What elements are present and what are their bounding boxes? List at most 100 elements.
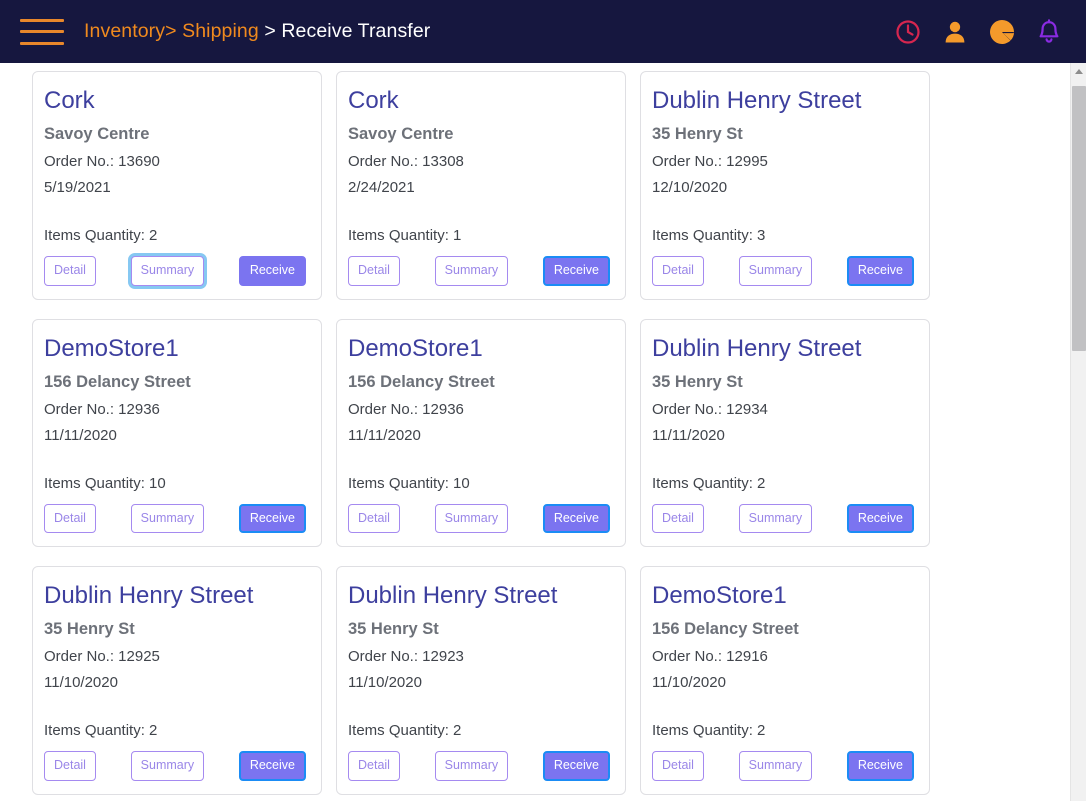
transfer-card: DemoStore1 156 Delancy Street Order No.: 1… <box>32 318 322 547</box>
scroll-up-arrow-icon[interactable] <box>1071 63 1086 80</box>
card-store-title: DemoStore1 <box>652 582 787 609</box>
hamburger-menu-icon[interactable] <box>18 15 64 49</box>
receive-button[interactable]: Receive <box>846 503 914 533</box>
receive-button[interactable]: Receive <box>238 256 306 286</box>
breadcrumb-separator: > <box>165 20 183 42</box>
detail-button[interactable]: Detail <box>348 256 400 286</box>
detail-button[interactable]: Detail <box>652 256 704 286</box>
summary-button[interactable]: Summary <box>738 751 813 781</box>
breadcrumb: Inventory > Shipping > Receive Transfer <box>84 20 430 43</box>
card-address: Savoy Centre <box>44 125 150 143</box>
summary-button[interactable]: Summary <box>434 751 509 781</box>
vertical-scrollbar[interactable] <box>1070 63 1086 801</box>
card-address: 35 Henry St <box>652 372 743 391</box>
card-action-row: Detail Summary Receive <box>652 751 916 781</box>
card-address: 35 Henry St <box>44 620 135 638</box>
card-store-title: Cork <box>348 87 399 114</box>
card-date: 12/10/2020 <box>652 179 728 196</box>
card-action-row: Detail Summary Receive <box>348 503 612 533</box>
summary-button[interactable]: Summary <box>434 503 509 533</box>
breadcrumb-item-shipping[interactable]: Shipping <box>182 20 259 43</box>
card-store-title: Dublin Henry Street <box>652 87 862 114</box>
pie-chart-icon[interactable] <box>987 17 1017 47</box>
breadcrumb-separator: > <box>258 20 282 42</box>
card-store-title: DemoStore1 <box>44 334 179 362</box>
detail-button[interactable]: Detail <box>652 503 704 533</box>
top-header-bar: Inventory > Shipping > Receive Transfer <box>0 0 1086 63</box>
detail-button[interactable]: Detail <box>44 751 96 781</box>
summary-button[interactable]: Summary <box>738 256 813 286</box>
card-action-row: Detail Summary Receive <box>652 256 916 286</box>
card-items-quantity: Items Quantity: 3 <box>652 227 766 244</box>
card-store-title: DemoStore1 <box>348 334 483 362</box>
transfer-card: DemoStore1 156 Delancy Street Order No.: 1… <box>640 566 930 795</box>
receive-button[interactable]: Receive <box>846 256 914 286</box>
card-date: 11/11/2020 <box>44 426 117 444</box>
card-date: 5/19/2021 <box>44 179 111 196</box>
detail-button[interactable]: Detail <box>348 503 400 533</box>
hamburger-line <box>20 30 64 33</box>
summary-button[interactable]: Summary <box>130 256 205 286</box>
card-action-row: Detail Summary Receive <box>652 503 916 533</box>
card-address: 156 Delancy Street <box>348 372 495 391</box>
card-address: 156 Delancy Street <box>44 372 191 391</box>
card-action-row: Detail Summary Receive <box>44 256 308 286</box>
transfer-cards-scroll-area[interactable]: Cork Savoy Centre Order No.: 13690 5/19/202… <box>0 63 1070 801</box>
transfer-card: Dublin Henry Street 35 Henry St Order No.:… <box>336 566 626 795</box>
transfer-card: Cork Savoy Centre Order No.: 13690 5/19/202… <box>32 71 322 300</box>
card-address: 156 Delancy Street <box>652 620 799 638</box>
card-date: 11/10/2020 <box>652 674 726 691</box>
card-order-number: Order No.: 12925 <box>44 648 160 665</box>
card-items-quantity: Items Quantity: 2 <box>348 722 462 739</box>
hamburger-line <box>20 41 64 45</box>
summary-button[interactable]: Summary <box>738 503 813 533</box>
card-action-row: Detail Summary Receive <box>348 751 612 781</box>
card-order-number: Order No.: 12936 <box>348 400 464 418</box>
card-items-quantity: Items Quantity: 2 <box>652 722 766 739</box>
card-items-quantity: Items Quantity: 10 <box>348 474 470 492</box>
card-date: 2/24/2021 <box>348 179 415 196</box>
card-action-row: Detail Summary Receive <box>348 256 612 286</box>
card-items-quantity: Items Quantity: 10 <box>44 474 166 492</box>
card-date: 11/11/2020 <box>652 426 725 444</box>
card-order-number: Order No.: 12936 <box>44 400 160 418</box>
detail-button[interactable]: Detail <box>348 751 400 781</box>
receive-button[interactable]: Receive <box>846 751 914 781</box>
card-address: Savoy Centre <box>348 125 454 143</box>
clock-icon[interactable] <box>893 17 923 47</box>
breadcrumb-item-inventory[interactable]: Inventory <box>84 20 165 43</box>
summary-button[interactable]: Summary <box>434 256 509 286</box>
card-items-quantity: Items Quantity: 1 <box>348 227 462 244</box>
transfer-card: Cork Savoy Centre Order No.: 13308 2/24/202… <box>336 71 626 300</box>
receive-button[interactable]: Receive <box>238 503 306 533</box>
card-store-title: Dublin Henry Street <box>348 582 558 609</box>
card-order-number: Order No.: 12934 <box>652 400 768 418</box>
card-store-title: Dublin Henry Street <box>652 334 862 362</box>
card-date: 11/10/2020 <box>348 674 422 691</box>
detail-button[interactable]: Detail <box>44 503 96 533</box>
detail-button[interactable]: Detail <box>44 256 96 286</box>
header-icon-group <box>893 17 1064 47</box>
summary-button[interactable]: Summary <box>130 503 205 533</box>
card-date: 11/11/2020 <box>348 426 421 444</box>
breadcrumb-current-receive-transfer: Receive Transfer <box>281 20 431 42</box>
transfer-card: DemoStore1 156 Delancy Street Order No.: 1… <box>336 318 626 547</box>
receive-button[interactable]: Receive <box>542 256 610 286</box>
card-items-quantity: Items Quantity: 2 <box>44 722 158 739</box>
card-order-number: Order No.: 13308 <box>348 153 464 170</box>
card-order-number: Order No.: 12995 <box>652 153 768 170</box>
receive-button[interactable]: Receive <box>238 751 306 781</box>
card-address: 35 Henry St <box>348 620 439 638</box>
card-order-number: Order No.: 12916 <box>652 648 768 665</box>
card-action-row: Detail Summary Receive <box>44 503 308 533</box>
receive-button[interactable]: Receive <box>542 503 610 533</box>
detail-button[interactable]: Detail <box>652 751 704 781</box>
scrollbar-thumb[interactable] <box>1072 86 1086 351</box>
summary-button[interactable]: Summary <box>130 751 205 781</box>
bell-icon[interactable] <box>1034 17 1064 47</box>
transfer-cards-grid: Cork Savoy Centre Order No.: 13690 5/19/202… <box>32 63 1070 801</box>
hamburger-line <box>20 18 64 22</box>
receive-button[interactable]: Receive <box>542 751 610 781</box>
card-store-title: Dublin Henry Street <box>44 582 254 609</box>
user-icon[interactable] <box>940 17 970 47</box>
